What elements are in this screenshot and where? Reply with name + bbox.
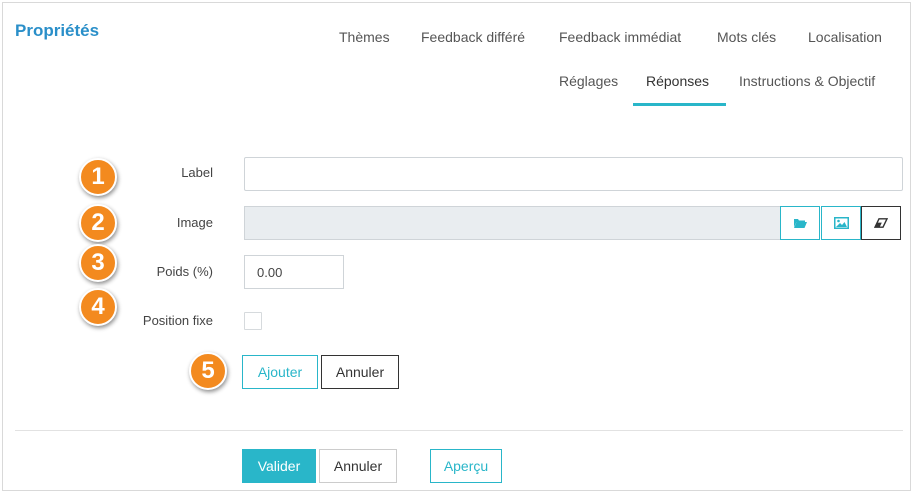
fixed-position-label: Position fixe <box>142 313 213 328</box>
image-button[interactable] <box>821 206 861 240</box>
weight-field-label: Poids (%) <box>156 264 213 279</box>
image-path-field[interactable] <box>244 206 782 240</box>
tab-reponses[interactable]: Réponses <box>646 73 709 89</box>
cancel-answer-button[interactable]: Annuler <box>321 355 399 389</box>
fixed-position-checkbox[interactable] <box>244 312 262 330</box>
footer-divider <box>15 430 903 431</box>
clear-image-button[interactable] <box>861 206 901 240</box>
tab-feedback-differe[interactable]: Feedback différé <box>421 29 525 45</box>
tab-localisation[interactable]: Localisation <box>808 29 882 45</box>
cancel-button[interactable]: Annuler <box>319 449 397 483</box>
tab-themes[interactable]: Thèmes <box>339 29 390 45</box>
callout-badge-2: 2 <box>79 204 117 242</box>
eraser-icon <box>874 218 888 228</box>
validate-button[interactable]: Valider <box>242 449 316 483</box>
folder-open-icon <box>794 219 807 228</box>
callout-badge-3: 3 <box>79 244 117 282</box>
label-field-label: Label <box>181 165 213 180</box>
callout-badge-5: 5 <box>189 352 227 390</box>
callout-badge-4: 4 <box>79 288 117 326</box>
add-button[interactable]: Ajouter <box>242 355 318 389</box>
label-input[interactable] <box>244 157 903 191</box>
tab-instructions-objectif[interactable]: Instructions & Objectif <box>739 73 875 89</box>
active-tab-indicator <box>633 103 726 106</box>
properties-panel: Propriétés Thèmes Feedback différé Feedb… <box>2 2 911 491</box>
weight-input[interactable]: 0.00 <box>244 255 344 289</box>
browse-button[interactable] <box>780 206 820 240</box>
tab-reglages[interactable]: Réglages <box>559 73 618 89</box>
image-field-label: Image <box>176 215 213 230</box>
image-icon <box>833 217 849 229</box>
tab-feedback-immediat[interactable]: Feedback immédiat <box>559 29 681 45</box>
preview-button[interactable]: Aperçu <box>430 449 502 483</box>
weight-value: 0.00 <box>257 264 283 280</box>
panel-title: Propriétés <box>15 21 100 40</box>
callout-badge-1: 1 <box>79 158 117 196</box>
tab-mots-cles[interactable]: Mots clés <box>717 29 776 45</box>
